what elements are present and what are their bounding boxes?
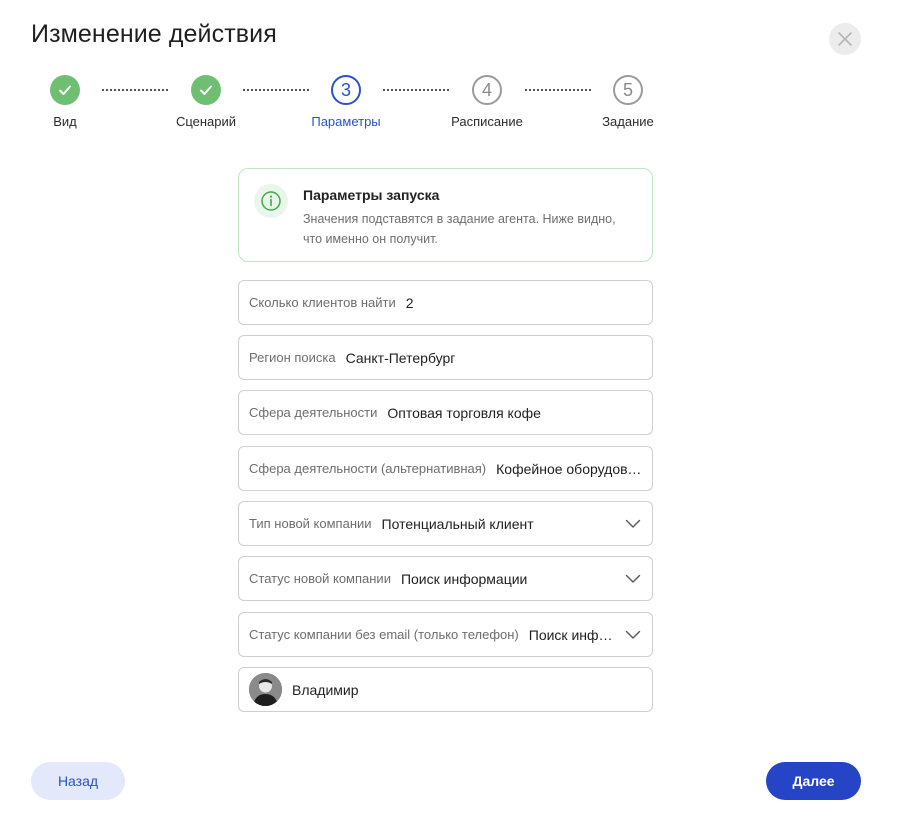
step-1-label: Вид (53, 114, 77, 129)
avatar (249, 673, 282, 706)
check-icon (59, 85, 71, 95)
step-5[interactable]: 5 Задание (578, 75, 678, 129)
step-2[interactable]: Сценарий (156, 75, 256, 129)
step-4-circle: 4 (472, 75, 502, 105)
field-label: Статус компании без email (только телефо… (249, 627, 519, 642)
no-email-status-select[interactable]: Статус компании без email (только телефо… (238, 612, 653, 657)
close-icon (838, 32, 852, 46)
company-status-select[interactable]: Статус новой компании Поиск информации (238, 556, 653, 601)
user-name: Владимир (292, 681, 359, 698)
user-field[interactable]: Владимир (238, 667, 653, 712)
step-5-label: Задание (602, 114, 654, 129)
step-1[interactable]: Вид (15, 75, 115, 129)
field-value: Потенциальный клиент (381, 515, 534, 532)
search-region-field[interactable]: Регион поиска Санкт-Петербург (238, 335, 653, 380)
info-title: Параметры запуска (303, 187, 440, 203)
field-label: Сфера деятельности (альтернативная) (249, 461, 487, 476)
next-button[interactable]: Далее (766, 762, 861, 800)
company-type-select[interactable]: Тип новой компании Потенциальный клиент (238, 501, 653, 546)
industry-alt-field[interactable]: Сфера деятельности (альтернативная) Кофе… (238, 446, 653, 491)
field-label: Статус новой компании (249, 571, 391, 586)
field-value: Поиск информации (400, 570, 528, 587)
step-5-circle: 5 (613, 75, 643, 105)
step-4[interactable]: 4 Расписание (437, 75, 537, 129)
field-label: Сфера деятельности (249, 405, 378, 420)
industry-field[interactable]: Сфера деятельности Оптовая торговля кофе (238, 390, 653, 435)
close-button[interactable] (829, 23, 861, 55)
check-icon (200, 85, 212, 95)
back-button[interactable]: Назад (31, 762, 125, 800)
step-3[interactable]: 3 Параметры (296, 75, 396, 129)
field-value[interactable]: Оптовая торговля кофе (387, 405, 642, 421)
info-icon (261, 191, 281, 211)
field-value: Поиск информации (528, 626, 616, 643)
step-3-label: Параметры (311, 114, 381, 129)
info-icon-wrap (254, 184, 288, 218)
field-value[interactable]: 2 (406, 295, 642, 311)
dialog-title: Изменение действия (31, 20, 277, 48)
chevron-down-icon[interactable] (624, 626, 642, 644)
info-text: Значения подставятся в задание агента. Н… (303, 212, 616, 246)
info-card: Параметры запуска Значения подставятся в… (238, 168, 653, 262)
step-1-circle (50, 75, 80, 105)
chevron-down-icon[interactable] (624, 570, 642, 588)
step-3-circle: 3 (331, 75, 361, 105)
field-label: Сколько клиентов найти (249, 295, 396, 310)
step-4-label: Расписание (451, 114, 523, 129)
step-2-circle (191, 75, 221, 105)
step-2-label: Сценарий (175, 114, 237, 129)
field-label: Тип новой компании (249, 516, 372, 531)
field-value[interactable]: Кофейное оборудование (496, 461, 642, 477)
field-value[interactable]: Санкт-Петербург (346, 350, 642, 366)
field-label: Регион поиска (249, 350, 336, 365)
chevron-down-icon[interactable] (624, 515, 642, 533)
clients-count-field[interactable]: Сколько клиентов найти 2 (238, 280, 653, 325)
